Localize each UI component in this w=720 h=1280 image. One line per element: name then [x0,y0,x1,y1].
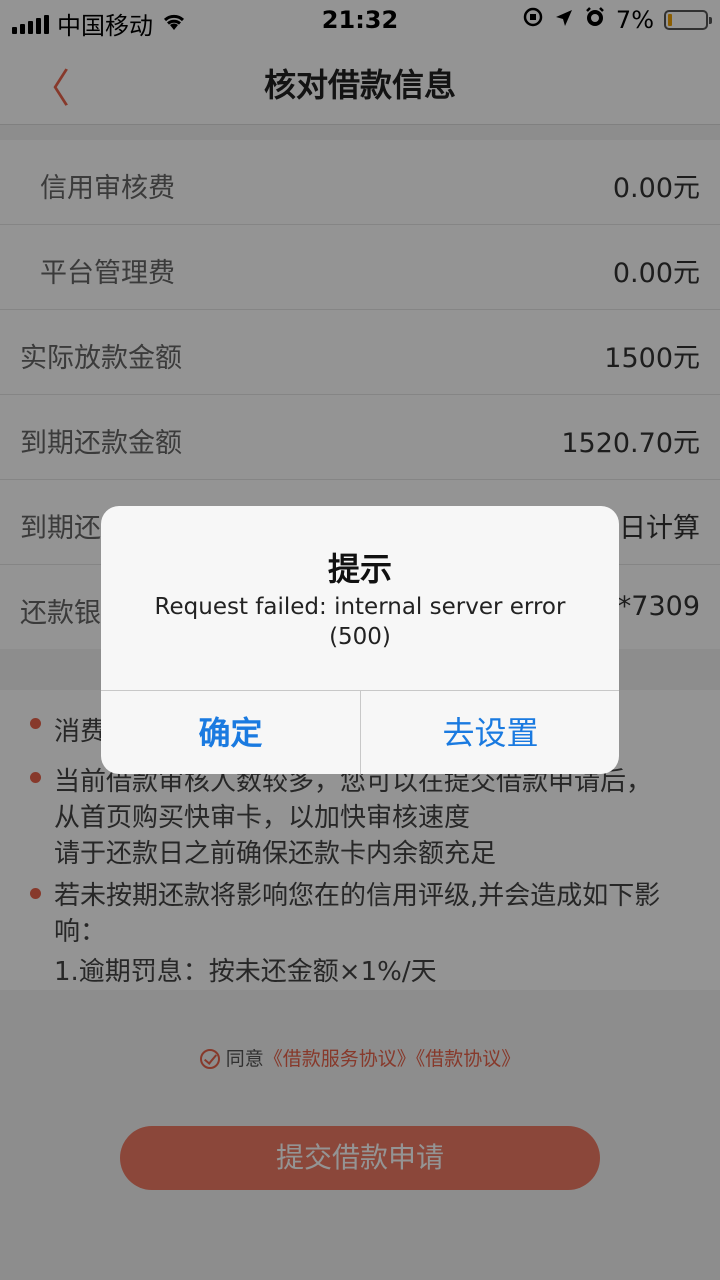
settings-button[interactable]: 去设置 [360,691,619,774]
dialog-buttons: 确定 去设置 [101,690,619,774]
dialog-message: Request failed: internal server error (5… [154,594,566,650]
confirm-button[interactable]: 确定 [101,691,360,774]
alert-dialog: 提示 Request failed: internal server error… [101,506,619,774]
dialog-title: 提示 [327,550,392,588]
